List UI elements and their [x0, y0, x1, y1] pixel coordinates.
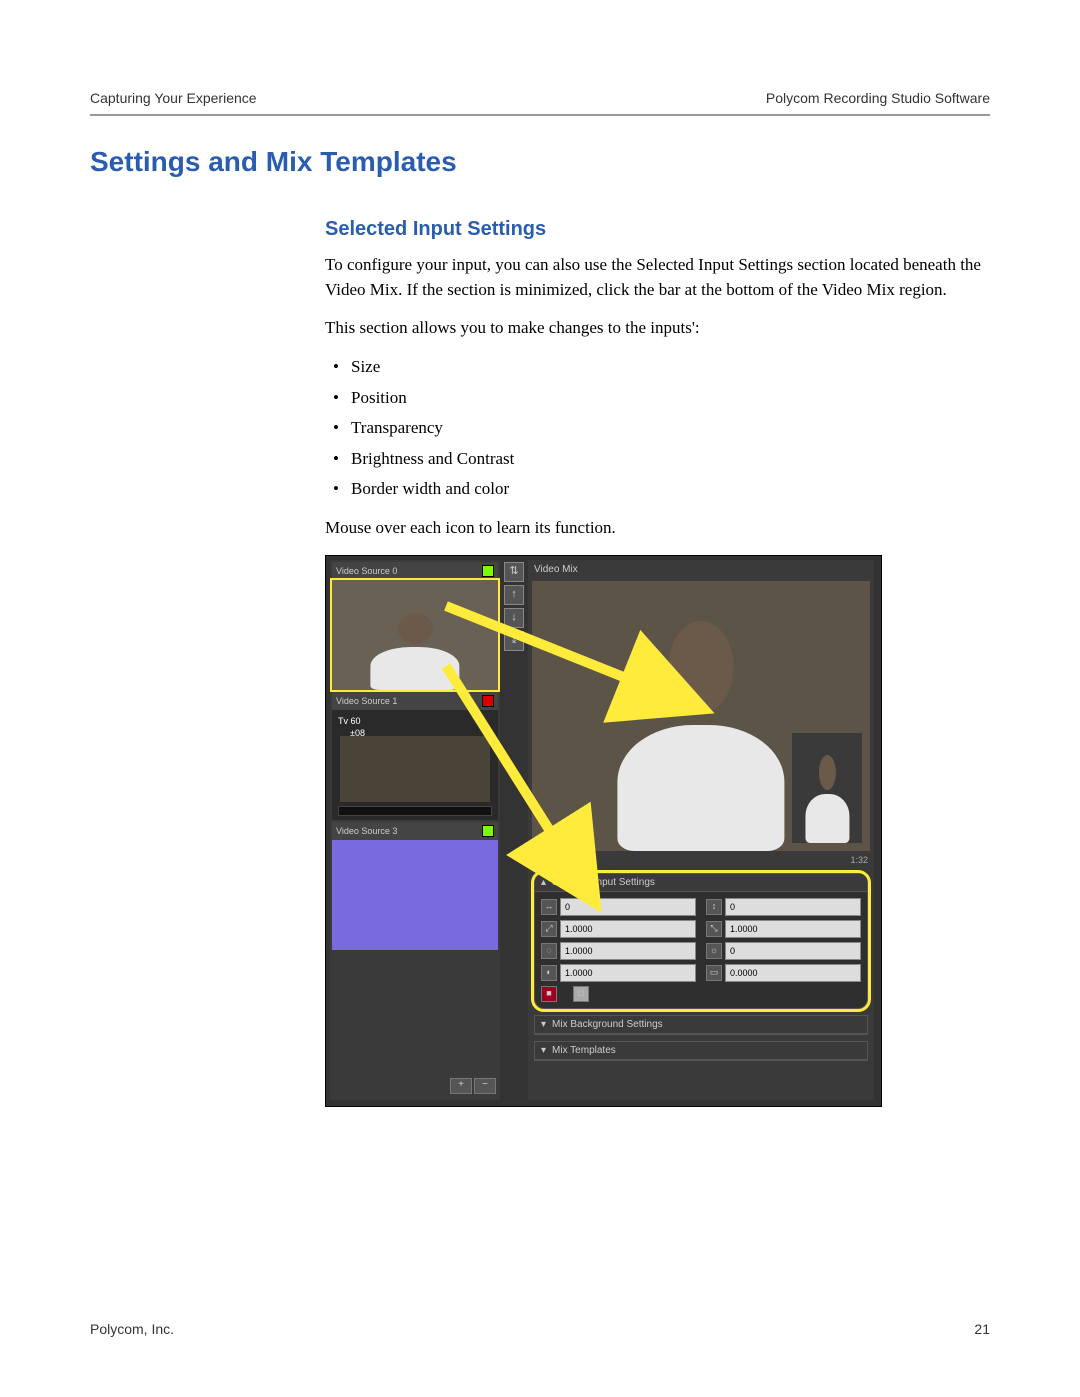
field-value[interactable]: 0	[560, 898, 696, 916]
list-item: Transparency	[351, 416, 990, 441]
background-color-icon[interactable]: □	[573, 986, 589, 1002]
field-border-width: ▭ 0.0000	[706, 964, 861, 982]
footer-company: Polycom, Inc.	[90, 1321, 174, 1337]
field-scale-y: ⤡ 1.0000	[706, 920, 861, 938]
status-badge-red-icon	[482, 695, 494, 707]
field-color-fg: ■ □	[541, 986, 696, 1002]
move-bottom-icon[interactable]: ⤓	[504, 631, 524, 651]
header-right: Polycom Recording Studio Software	[766, 90, 990, 106]
field-value[interactable]: 1.0000	[725, 920, 861, 938]
field-position-y: ↕ 0	[706, 898, 861, 916]
field-transparency: ◌ 1.0000	[541, 942, 696, 960]
mix-background-settings-panel[interactable]: ▾ Mix Background Settings	[534, 1015, 868, 1035]
field-position-x: ↔ 0	[541, 898, 696, 916]
move-down-icon[interactable]: ↓	[504, 608, 524, 628]
video-source-item-3[interactable]: Video Source 3	[332, 822, 498, 950]
vertical-position-icon[interactable]: ↕	[706, 899, 722, 915]
timeline-strip	[338, 806, 492, 816]
video-source-thumbnail[interactable]	[332, 840, 498, 950]
reorder-buttons: ⇅ ↑ ↓ ⤓	[504, 562, 522, 651]
list-item: Size	[351, 355, 990, 380]
source-footer-controls: + −	[332, 1076, 498, 1096]
video-mix-preview[interactable]	[532, 581, 870, 851]
field-value[interactable]: 0	[725, 898, 861, 916]
collapse-toggle-icon[interactable]: ▴	[541, 877, 546, 888]
panel-title: Mix Templates	[552, 1045, 616, 1056]
video-source-thumbnail[interactable]: Tv 60 ±08	[332, 710, 498, 820]
paragraph-mouseover: Mouse over each icon to learn its functi…	[325, 516, 990, 541]
field-brightness: ☼ 0	[706, 942, 861, 960]
scale-x-icon[interactable]: ⤢	[541, 921, 557, 937]
selected-input-settings-panel: ▴ Selected Input Settings ↔ 0 ↕ 0 ⤢ 1.00…	[534, 873, 868, 1009]
paragraph-intro: To configure your input, you can also us…	[325, 253, 990, 302]
collapse-toggle-icon[interactable]: ▾	[541, 1019, 546, 1030]
scale-y-icon[interactable]: ⤡	[706, 921, 722, 937]
video-source-item-0[interactable]: Video Source 0	[332, 562, 498, 690]
move-up-icon[interactable]: ↑	[504, 585, 524, 605]
settings-bullet-list: Size Position Transparency Brightness an…	[325, 355, 990, 502]
video-mix-panel: Video Mix 1:32 ▴ Selected Input Settings…	[528, 560, 874, 1100]
status-badge-green-icon	[482, 825, 494, 837]
panel-title: Mix Background Settings	[552, 1019, 663, 1030]
video-mix-timecode: 1:32	[528, 853, 874, 867]
field-value[interactable]: 1.0000	[560, 964, 696, 982]
video-source-thumbnail[interactable]	[332, 580, 498, 690]
overlay-text: Tv 60	[338, 716, 361, 726]
heading-1: Settings and Mix Templates	[90, 146, 990, 178]
horizontal-position-icon[interactable]: ↔	[541, 899, 557, 915]
video-source-item-1[interactable]: Video Source 1 Tv 60 ±08	[332, 692, 498, 820]
swap-icon[interactable]: ⇅	[504, 562, 524, 582]
footer-page-number: 21	[974, 1321, 990, 1337]
field-scale-x: ⤢ 1.0000	[541, 920, 696, 938]
border-width-icon[interactable]: ▭	[706, 965, 722, 981]
contrast-icon[interactable]: ◐	[541, 965, 557, 981]
add-source-button[interactable]: +	[450, 1078, 472, 1094]
field-contrast: ◐ 1.0000	[541, 964, 696, 982]
video-mix-title: Video Mix	[528, 560, 874, 579]
field-value[interactable]: 1.0000	[560, 920, 696, 938]
header-left: Capturing Your Experience	[90, 90, 257, 106]
list-item: Brightness and Contrast	[351, 447, 990, 472]
foreground-color-icon[interactable]: ■	[541, 986, 557, 1002]
brightness-icon[interactable]: ☼	[706, 943, 722, 959]
field-value[interactable]: 0.0000	[725, 964, 861, 982]
heading-2: Selected Input Settings	[325, 218, 990, 241]
mix-templates-panel[interactable]: ▾ Mix Templates	[534, 1041, 868, 1061]
page-footer: Polycom, Inc. 21	[90, 1321, 990, 1337]
page-header: Capturing Your Experience Polycom Record…	[90, 90, 990, 116]
collapse-toggle-icon[interactable]: ▾	[541, 1045, 546, 1056]
video-source-label: Video Source 3	[336, 826, 397, 836]
paragraph-lead: This section allows you to make changes …	[325, 316, 990, 341]
remove-source-button[interactable]: −	[474, 1078, 496, 1094]
transparency-icon[interactable]: ◌	[541, 943, 557, 959]
field-value[interactable]: 1.0000	[560, 942, 696, 960]
video-source-label: Video Source 1	[336, 696, 397, 706]
list-item: Position	[351, 386, 990, 411]
screenshot-figure: Video Source 0 Video Source 1 Tv 60 ±08	[325, 555, 882, 1107]
field-value[interactable]: 0	[725, 942, 861, 960]
list-item: Border width and color	[351, 477, 990, 502]
status-badge-green-icon	[482, 565, 494, 577]
panel-header[interactable]: ▴ Selected Input Settings	[535, 874, 867, 892]
video-source-label: Video Source 0	[336, 566, 397, 576]
video-source-list: Video Source 0 Video Source 1 Tv 60 ±08	[330, 560, 500, 1100]
panel-title: Selected Input Settings	[552, 877, 655, 888]
